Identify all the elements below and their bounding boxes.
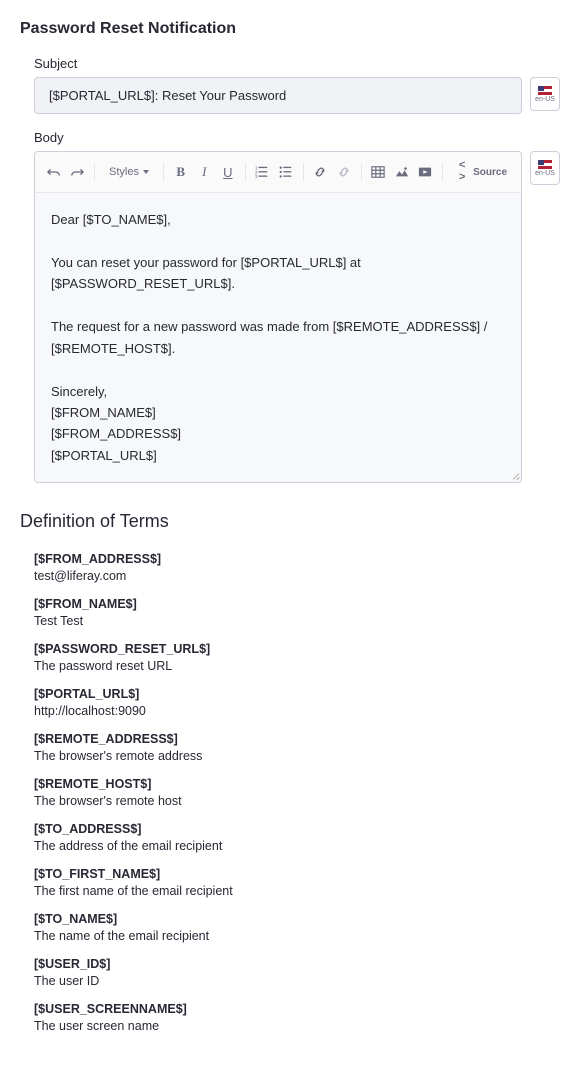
definitions-list: [$FROM_ADDRESS$] test@liferay.com [$FROM_N… xyxy=(34,552,560,1033)
unordered-list-button[interactable] xyxy=(275,159,297,185)
image-icon xyxy=(395,165,409,179)
locale-selector[interactable]: en-US xyxy=(530,151,560,185)
term-key: [$TO_FIRST_NAME$] xyxy=(34,867,560,881)
toolbar-separator xyxy=(361,163,362,181)
link-icon xyxy=(313,165,327,179)
body-editor: Styles B I U 123 xyxy=(34,151,522,483)
term-key: [$USER_ID$] xyxy=(34,957,560,971)
unlink-button[interactable] xyxy=(333,159,355,185)
subject-label: Subject xyxy=(34,56,560,71)
ordered-list-button[interactable]: 123 xyxy=(252,159,274,185)
unlink-icon xyxy=(337,165,351,179)
toolbar-separator xyxy=(303,163,304,181)
toolbar-separator xyxy=(245,163,246,181)
editor-toolbar: Styles B I U 123 xyxy=(35,152,521,193)
flag-us-icon xyxy=(538,86,552,95)
definitions-title: Definition of Terms xyxy=(20,511,560,532)
caret-down-icon xyxy=(143,170,149,174)
resize-handle[interactable] xyxy=(509,470,519,480)
source-button[interactable]: < > Source xyxy=(449,156,513,188)
term-key: [$REMOTE_ADDRESS$] xyxy=(34,732,560,746)
underline-button[interactable]: U xyxy=(217,159,239,185)
link-button[interactable] xyxy=(310,159,332,185)
bold-button[interactable]: B xyxy=(170,159,192,185)
term-description: The password reset URL xyxy=(34,659,172,673)
subject-input[interactable] xyxy=(34,77,522,114)
table-button[interactable] xyxy=(368,159,390,185)
locale-code: en-US xyxy=(535,96,555,103)
term-description: The user screen name xyxy=(34,1019,159,1033)
term-description: The user ID xyxy=(34,974,99,988)
video-icon xyxy=(418,165,432,179)
toolbar-separator xyxy=(94,163,95,181)
term-key: [$FROM_ADDRESS$] xyxy=(34,552,560,566)
unordered-list-icon xyxy=(279,165,293,179)
redo-button[interactable] xyxy=(67,159,89,185)
term-item: [$REMOTE_HOST$] The browser's remote host xyxy=(34,777,560,808)
term-item: [$REMOTE_ADDRESS$] The browser's remote a… xyxy=(34,732,560,763)
bold-icon: B xyxy=(176,164,185,180)
section-title: Password Reset Notification xyxy=(20,20,560,38)
term-item: [$USER_ID$] The user ID xyxy=(34,957,560,988)
body-label: Body xyxy=(34,130,560,145)
term-key: [$REMOTE_HOST$] xyxy=(34,777,560,791)
italic-button[interactable]: I xyxy=(193,159,215,185)
body-textarea[interactable]: Dear [$TO_NAME$], You can reset your pas… xyxy=(35,193,521,482)
term-description: The name of the email recipient xyxy=(34,929,209,943)
image-button[interactable] xyxy=(391,159,413,185)
redo-icon xyxy=(70,165,84,179)
locale-selector[interactable]: en-US xyxy=(530,77,560,111)
term-item: [$TO_ADDRESS$] The address of the email r… xyxy=(34,822,560,853)
ordered-list-icon: 123 xyxy=(255,165,269,179)
term-description: The address of the email recipient xyxy=(34,839,222,853)
table-icon xyxy=(371,165,385,179)
toolbar-separator xyxy=(163,163,164,181)
term-description: The browser's remote host xyxy=(34,794,182,808)
styles-dropdown[interactable]: Styles xyxy=(101,162,157,182)
term-description: The first name of the email recipient xyxy=(34,884,233,898)
term-key: [$USER_SCREENNAME$] xyxy=(34,1002,560,1016)
video-button[interactable] xyxy=(415,159,437,185)
styles-label: Styles xyxy=(109,166,139,178)
term-description: http://localhost:9090 xyxy=(34,704,146,718)
term-key: [$TO_NAME$] xyxy=(34,912,560,926)
svg-text:3: 3 xyxy=(255,174,258,179)
locale-code: en-US xyxy=(535,170,555,177)
term-item: [$PORTAL_URL$] http://localhost:9090 xyxy=(34,687,560,718)
term-description: test@liferay.com xyxy=(34,569,126,583)
term-item: [$PASSWORD_RESET_URL$] The password reset… xyxy=(34,642,560,673)
term-item: [$TO_NAME$] The name of the email recipie… xyxy=(34,912,560,943)
term-key: [$TO_ADDRESS$] xyxy=(34,822,560,836)
term-item: [$FROM_NAME$] Test Test xyxy=(34,597,560,628)
term-description: The browser's remote address xyxy=(34,749,202,763)
code-icon: < > xyxy=(455,160,469,184)
flag-us-icon xyxy=(538,160,552,169)
term-key: [$PORTAL_URL$] xyxy=(34,687,560,701)
italic-icon: I xyxy=(202,164,206,180)
term-description: Test Test xyxy=(34,614,83,628)
term-key: [$FROM_NAME$] xyxy=(34,597,560,611)
term-item: [$FROM_ADDRESS$] test@liferay.com xyxy=(34,552,560,583)
term-key: [$PASSWORD_RESET_URL$] xyxy=(34,642,560,656)
term-item: [$USER_SCREENNAME$] The user screen name xyxy=(34,1002,560,1033)
source-label: Source xyxy=(473,167,507,178)
undo-button[interactable] xyxy=(43,159,65,185)
underline-icon: U xyxy=(223,165,232,180)
undo-icon xyxy=(47,165,61,179)
toolbar-separator xyxy=(442,163,443,181)
term-item: [$TO_FIRST_NAME$] The first name of the e… xyxy=(34,867,560,898)
